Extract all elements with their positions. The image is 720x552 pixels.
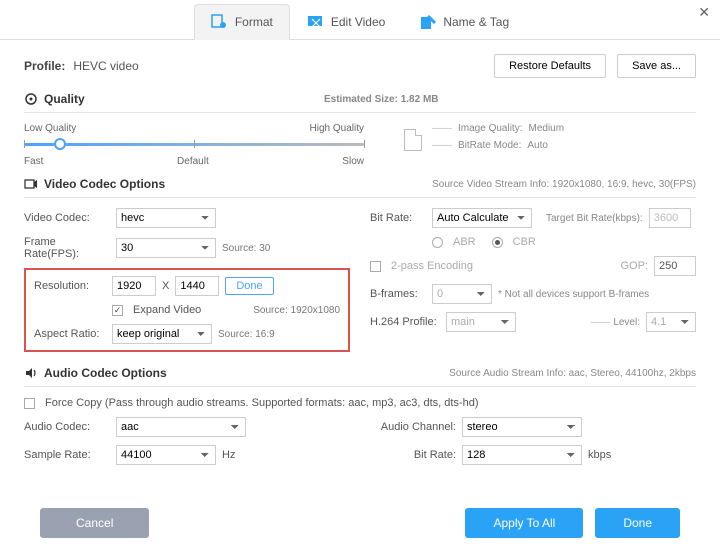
audio-codec-header: Audio Codec Options Source Audio Stream … (24, 366, 696, 380)
aspect-ratio-select[interactable]: keep original (112, 324, 212, 344)
done-button[interactable]: Done (595, 508, 680, 538)
target-bitrate-input[interactable] (649, 208, 691, 228)
save-as-button[interactable]: Save as... (617, 54, 696, 78)
fast-label: Fast (24, 156, 43, 167)
content-area: Profile: HEVC video Restore Defaults Sav… (0, 40, 720, 481)
tab-format[interactable]: Format (194, 4, 290, 40)
profile-value: HEVC video (73, 59, 138, 73)
profile-label: Profile: (24, 59, 65, 73)
speaker-icon (24, 366, 38, 380)
quality-header: Quality Estimated Size: 1.82 MB (24, 92, 696, 106)
force-copy-label: Force Copy (Pass through audio streams. … (45, 397, 478, 409)
audio-stream-info: Source Audio Stream Info: aac, Stereo, 4… (409, 368, 696, 379)
gear-icon (24, 92, 38, 106)
scissors-icon (307, 13, 325, 31)
force-copy-checkbox[interactable] (24, 398, 35, 409)
tab-name-label: Name & Tag (443, 15, 509, 29)
gop-input[interactable] (654, 256, 696, 276)
sample-rate-select[interactable]: 44100 (116, 445, 216, 465)
slow-label: Slow (342, 156, 364, 167)
default-label: Default (177, 156, 209, 167)
bitrate-select[interactable]: Auto Calculate (432, 208, 532, 228)
quality-slider[interactable] (24, 136, 364, 154)
audio-channel-select[interactable]: stereo (462, 417, 582, 437)
h264-profile-select[interactable]: main (446, 312, 516, 332)
quality-title: Quality (44, 92, 85, 106)
resolution-highlight-box: Resolution: X Done Expand Video Source: … (24, 268, 350, 352)
bframes-select[interactable]: 0 (432, 284, 492, 304)
document-icon (404, 129, 422, 151)
video-icon (24, 177, 38, 191)
res-source: Source: 1920x1080 (253, 305, 340, 316)
level-select[interactable]: 4.1 (646, 312, 696, 332)
video-codec-title: Video Codec Options (44, 177, 165, 191)
abr-radio[interactable] (432, 237, 443, 248)
resolution-done-button[interactable]: Done (225, 277, 273, 295)
high-quality-label: High Quality (310, 123, 364, 134)
expand-video-checkbox[interactable] (112, 305, 123, 316)
footer: Cancel Apply To All Done (0, 508, 720, 538)
restore-defaults-button[interactable]: Restore Defaults (494, 54, 606, 78)
profile-row: Profile: HEVC video Restore Defaults Sav… (24, 54, 696, 78)
tab-edit-video[interactable]: Edit Video (290, 4, 403, 39)
format-icon (211, 13, 229, 31)
tab-edit-label: Edit Video (331, 15, 386, 29)
close-icon[interactable]: ✕ (698, 4, 710, 21)
cancel-button[interactable]: Cancel (40, 508, 149, 538)
audio-bitrate-select[interactable]: 128 (462, 445, 582, 465)
fps-source: Source: 30 (222, 243, 270, 254)
ar-source: Source: 16:9 (218, 329, 275, 340)
fps-select[interactable]: 30 (116, 238, 216, 258)
audio-codec-select[interactable]: aac (116, 417, 246, 437)
low-quality-label: Low Quality (24, 123, 76, 134)
video-codec-header: Video Codec Options Source Video Stream … (24, 177, 696, 191)
twopass-checkbox[interactable] (370, 261, 381, 272)
pencil-icon (419, 13, 437, 31)
res-width-input[interactable] (112, 276, 156, 296)
audio-codec-title: Audio Codec Options (44, 366, 167, 380)
tab-bar: Format Edit Video Name & Tag (0, 0, 720, 40)
video-stream-info: Source Video Stream Info: 1920x1080, 16:… (392, 179, 696, 190)
tab-format-label: Format (235, 15, 273, 29)
tab-name-tag[interactable]: Name & Tag (402, 4, 526, 39)
res-height-input[interactable] (175, 276, 219, 296)
apply-to-all-button[interactable]: Apply To All (465, 508, 583, 538)
video-codec-select[interactable]: hevc (116, 208, 216, 228)
cbr-radio[interactable] (492, 237, 503, 248)
